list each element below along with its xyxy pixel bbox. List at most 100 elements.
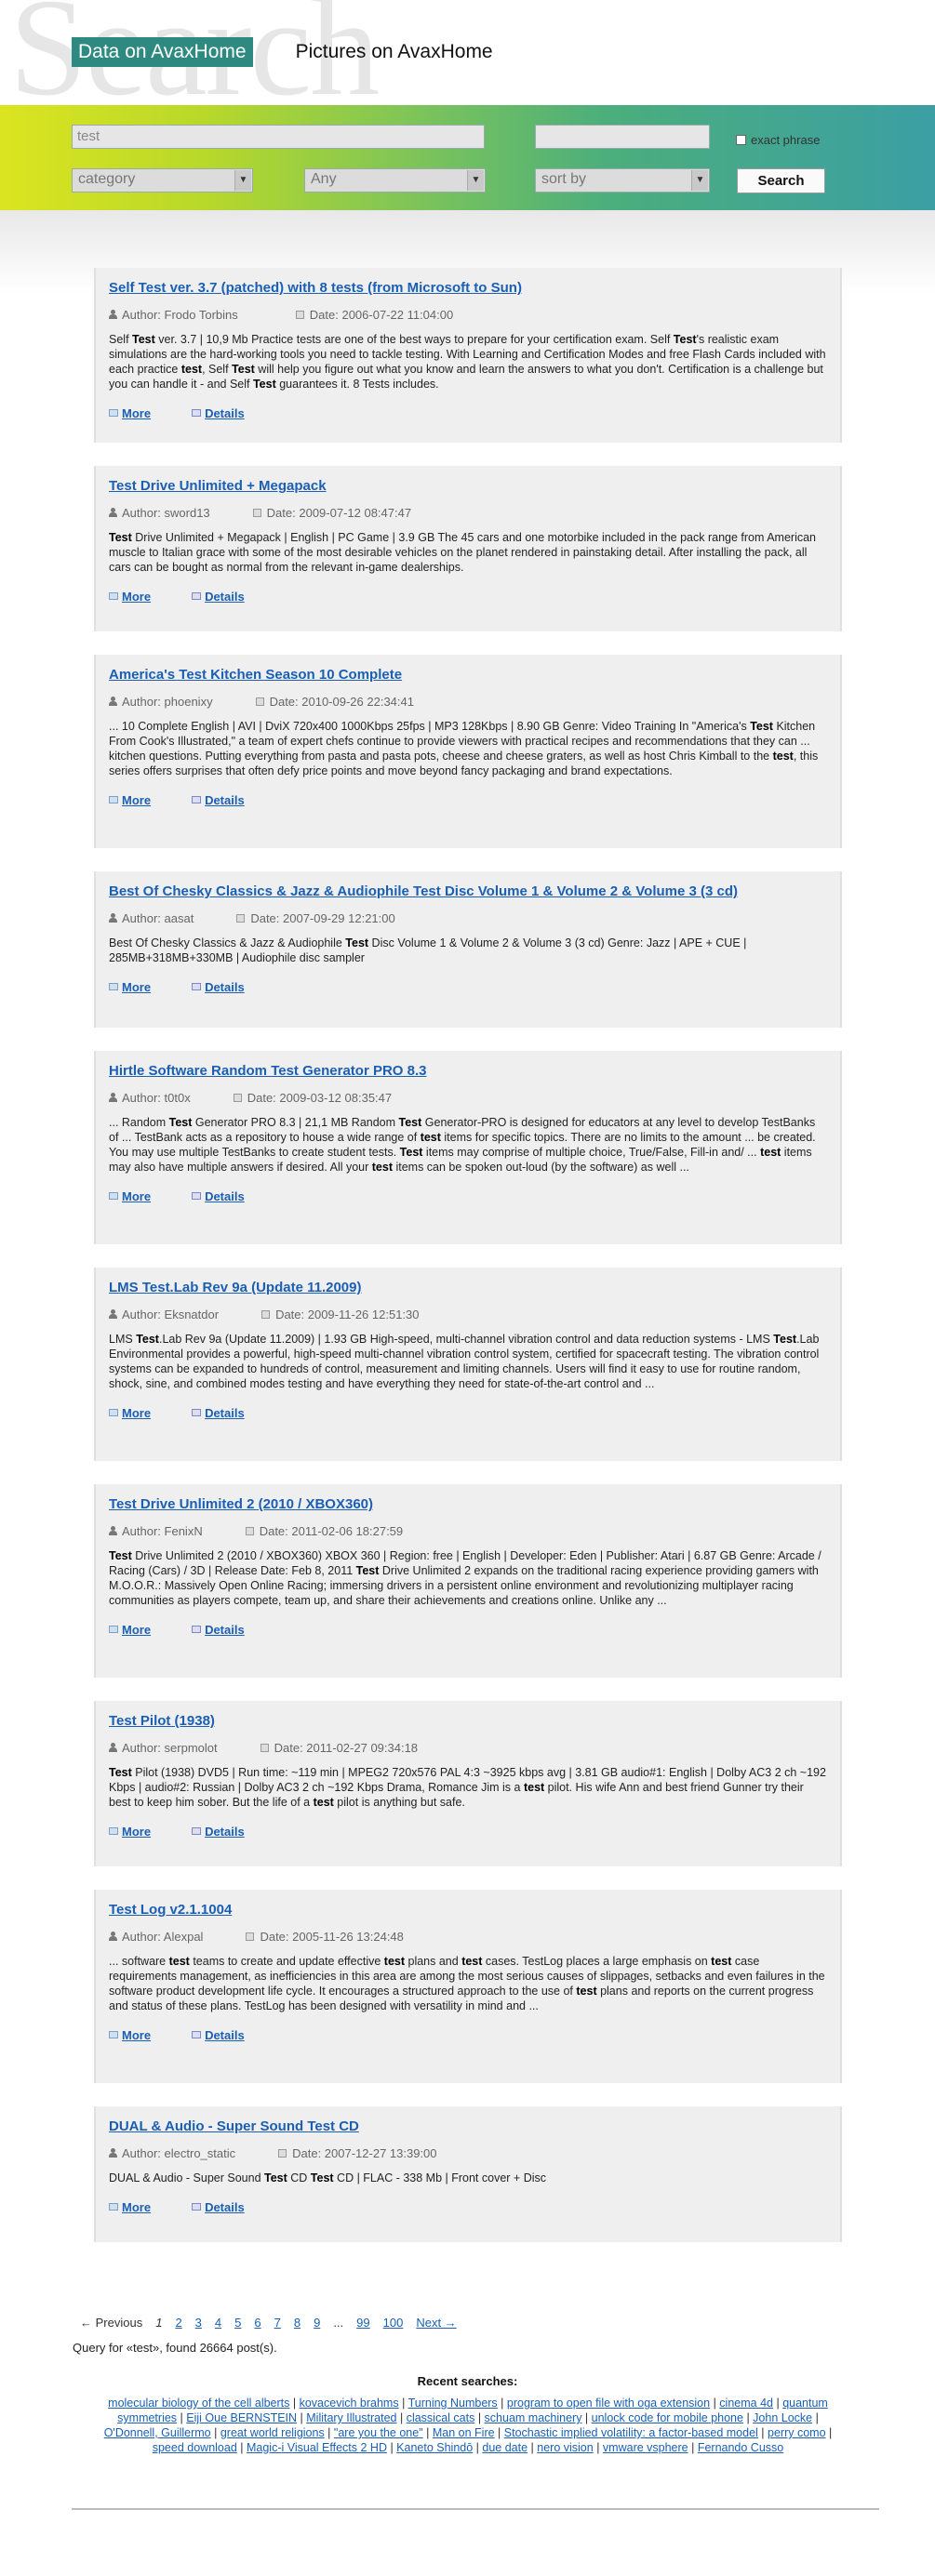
checkbox-icon[interactable] [736, 135, 746, 145]
search-input[interactable]: test [72, 125, 485, 149]
category-select[interactable]: category ▼ [72, 168, 253, 193]
more-link[interactable]: More [109, 406, 151, 420]
calendar-icon [236, 913, 246, 923]
more-link[interactable]: More [109, 2028, 151, 2042]
page-link[interactable]: 4 [215, 2316, 221, 2330]
details-link[interactable]: Details [192, 2028, 245, 2042]
details-link[interactable]: Details [192, 1623, 245, 1637]
result-meta: Author: FenixN Date: 2011-02-06 18:27:59 [109, 1522, 827, 1539]
prev-page[interactable]: ← Previous [80, 2316, 142, 2330]
details-link[interactable]: Details [192, 2200, 245, 2214]
page-link-100[interactable]: 100 [383, 2316, 404, 2330]
page-link[interactable]: 9 [314, 2316, 320, 2330]
recent-search-link[interactable]: program to open file with oga extension [507, 2397, 710, 2410]
page-link[interactable]: 6 [254, 2316, 260, 2330]
sort-select[interactable]: sort by ▼ [535, 168, 710, 193]
recent-search-link[interactable]: nero vision [537, 2441, 593, 2454]
chevron-down-icon[interactable]: ▼ [691, 170, 708, 191]
result-title[interactable]: Best Of Chesky Classics & Jazz & Audioph… [109, 883, 827, 902]
more-link[interactable]: More [109, 1623, 151, 1637]
more-link[interactable]: More [109, 1406, 151, 1420]
result-title[interactable]: Test Log v2.1.1004 [109, 1902, 827, 1920]
more-link[interactable]: More [109, 980, 151, 994]
more-link[interactable]: More [109, 2200, 151, 2214]
recent-search-link[interactable]: Eiji Oue BERNSTEIN [186, 2411, 297, 2424]
author-text: Author: sword13 [122, 505, 210, 520]
user-icon [109, 1743, 117, 1752]
calendar-icon [252, 508, 261, 517]
details-label: Details [205, 2199, 245, 2214]
details-link[interactable]: Details [192, 1406, 245, 1420]
chevron-down-icon[interactable]: ▼ [234, 170, 251, 191]
recent-search-link[interactable]: Fernando Cusso [698, 2441, 783, 2454]
result-meta: Author: phoenixy Date: 2010-09-26 22:34:4… [109, 693, 827, 710]
result-meta: Author: aasat Date: 2007-09-29 12:21:00 [109, 910, 827, 926]
page-link-99[interactable]: 99 [356, 2316, 369, 2330]
details-link[interactable]: Details [192, 1825, 245, 1839]
details-link[interactable]: Details [192, 980, 245, 994]
recent-search-link[interactable]: molecular biology of the cell alberts [108, 2397, 289, 2410]
page-link[interactable]: 5 [234, 2316, 241, 2330]
date-text: Date: 2005-11-26 13:24:48 [260, 1929, 404, 1944]
result-author: Author: FenixN [109, 1522, 203, 1539]
details-link[interactable]: Details [192, 793, 245, 807]
recent-search-link[interactable]: Military Illustrated [306, 2411, 396, 2424]
details-label: Details [205, 1622, 245, 1637]
more-link[interactable]: More [109, 1189, 151, 1203]
recent-search-link[interactable]: Magic-i Visual Effects 2 HD [247, 2441, 387, 2454]
search-button[interactable]: Search [737, 168, 825, 193]
details-label: Details [205, 792, 245, 807]
recent-search-link[interactable]: great world religions [220, 2426, 325, 2439]
page-link[interactable]: 7 [274, 2316, 281, 2330]
recent-search-link[interactable]: cinema 4d [719, 2397, 773, 2410]
details-link[interactable]: Details [192, 590, 245, 604]
page-link[interactable]: 3 [195, 2316, 202, 2330]
more-link[interactable]: More [109, 1825, 151, 1839]
more-link[interactable]: More [109, 793, 151, 807]
recent-search-link[interactable]: unlock code for mobile phone [592, 2411, 743, 2424]
user-icon [109, 1309, 117, 1319]
recent-search-link[interactable]: John Locke [753, 2411, 812, 2424]
result-title[interactable]: LMS Test.Lab Rev 9a (Update 11.2009) [109, 1280, 827, 1298]
pagination: ← Previous 1 2 3 4 5 6 7 8 9 ... 99 100 … [80, 2316, 470, 2330]
recent-search-link[interactable]: Stochastic implied volatility: a factor-… [504, 2426, 758, 2439]
recent-search-link[interactable]: due date [482, 2441, 528, 2454]
result-title[interactable]: DUAL & Audio - Super Sound Test CD [109, 2118, 827, 2137]
more-link[interactable]: More [109, 590, 151, 604]
recent-search-link[interactable]: vmware vsphere [603, 2441, 688, 2454]
chevron-down-icon[interactable]: ▼ [467, 170, 484, 191]
tab-pictures-avaxhome[interactable]: Pictures on AvaxHome [296, 39, 493, 65]
next-page[interactable]: Next → [416, 2316, 456, 2330]
details-link[interactable]: Details [192, 1189, 245, 1203]
result-date: Date: 2007-12-27 13:39:00 [278, 2144, 437, 2161]
result-author: Author: sword13 [109, 504, 210, 521]
exact-phrase-checkbox[interactable]: exact phrase [736, 133, 820, 147]
page-link[interactable]: 2 [175, 2316, 181, 2330]
recent-search-link[interactable]: perry como [768, 2426, 826, 2439]
date-text: Date: 2011-02-06 18:27:59 [259, 1523, 404, 1538]
recent-searches-heading: Recent searches: [417, 2374, 518, 2388]
result-title[interactable]: Test Drive Unlimited 2 (2010 / XBOX360) [109, 1496, 827, 1515]
details-icon [192, 1192, 202, 1200]
any-select[interactable]: Any ▼ [304, 168, 486, 193]
result-title[interactable]: Hirtle Software Random Test Generator PR… [109, 1063, 827, 1082]
tab-data-avaxhome[interactable]: Data on AvaxHome [72, 37, 253, 67]
page-link[interactable]: 8 [294, 2316, 301, 2330]
recent-search-link[interactable]: schuam machinery [485, 2411, 582, 2424]
result-title[interactable]: Test Drive Unlimited + Megapack [109, 478, 827, 497]
details-label: Details [205, 1405, 245, 1420]
phrase-input[interactable] [535, 125, 710, 149]
recent-search-link[interactable]: Turning Numbers [408, 2397, 498, 2410]
recent-search-link[interactable]: Man on Fire [433, 2426, 495, 2439]
result-title[interactable]: Self Test ver. 3.7 (patched) with 8 test… [109, 280, 827, 299]
result-title[interactable]: Test Pilot (1938) [109, 1713, 827, 1732]
details-link[interactable]: Details [192, 406, 245, 420]
recent-search-link[interactable]: O'Donnell, Guillermo [104, 2426, 211, 2439]
recent-search-link[interactable]: classical cats [407, 2411, 475, 2424]
recent-search-link[interactable]: "are you the one" [334, 2426, 423, 2439]
calendar-icon [246, 1932, 255, 1941]
recent-search-link[interactable]: speed download [153, 2441, 237, 2454]
recent-search-link[interactable]: Kaneto Shindō [396, 2441, 473, 2454]
recent-search-link[interactable]: kovacevich brahms [300, 2397, 399, 2410]
result-title[interactable]: America's Test Kitchen Season 10 Complet… [109, 667, 827, 685]
